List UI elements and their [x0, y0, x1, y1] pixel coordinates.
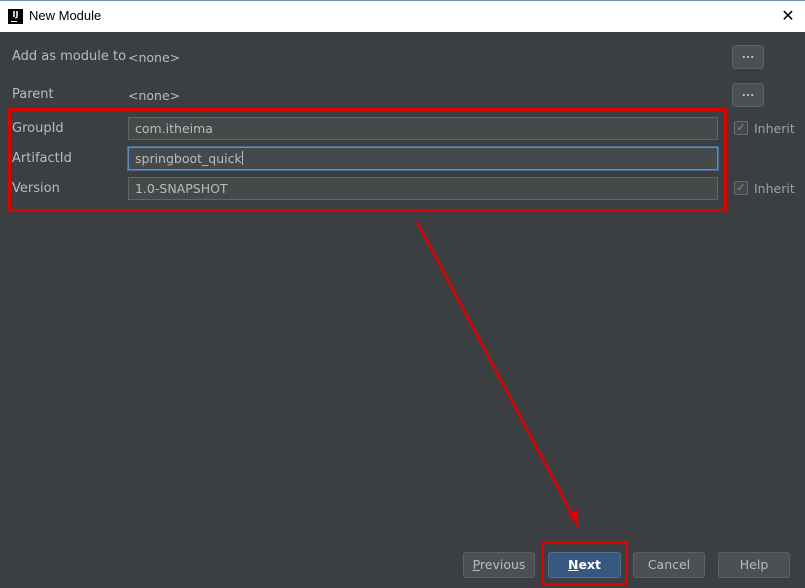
- annotation-arrow-head: [568, 510, 579, 528]
- previous-mnemonic: P: [472, 557, 480, 572]
- cancel-button[interactable]: Cancel: [633, 552, 705, 578]
- annotation-next-highlight: [541, 541, 628, 586]
- previous-label: revious: [479, 557, 526, 572]
- annotation-arrow-line: [415, 221, 576, 519]
- annotation-arrow: [415, 221, 579, 528]
- help-button[interactable]: Help: [718, 552, 790, 578]
- previous-button[interactable]: Previous: [463, 552, 535, 578]
